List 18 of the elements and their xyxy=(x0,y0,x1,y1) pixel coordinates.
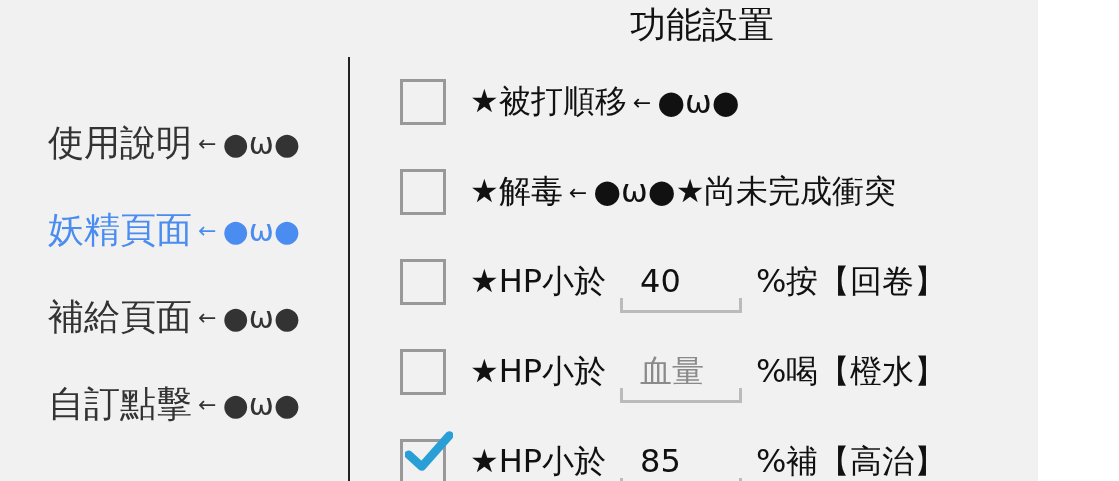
checkbox[interactable] xyxy=(400,169,446,215)
option-label: ★被打順移 ← ●ω● xyxy=(470,81,740,123)
checkbox[interactable] xyxy=(400,259,446,305)
checkbox[interactable] xyxy=(400,439,446,481)
checkbox[interactable] xyxy=(400,349,446,395)
checkmark-icon xyxy=(405,430,453,472)
menu-item[interactable]: 補給頁面 ← ●ω● xyxy=(48,274,300,361)
option-label: %喝【橙水】 xyxy=(756,351,947,392)
option-label: %按【回卷】 xyxy=(756,261,947,302)
panel-title: 功能設置 xyxy=(630,5,774,45)
option-label: ★HP小於 xyxy=(470,261,607,302)
option-label: ★HP小於 xyxy=(470,351,607,392)
option-label: ★解毒 ← ●ω●★尚未完成衝突 xyxy=(470,171,897,212)
menu-item[interactable]: 使用說明 ← ●ω● xyxy=(48,100,300,187)
option-label: %補【高治】 xyxy=(756,441,947,481)
option-label: ★HP小於 xyxy=(470,441,607,481)
menu-item[interactable]: 自訂點擊 ← ●ω● xyxy=(48,361,300,448)
checkbox[interactable] xyxy=(400,79,446,125)
